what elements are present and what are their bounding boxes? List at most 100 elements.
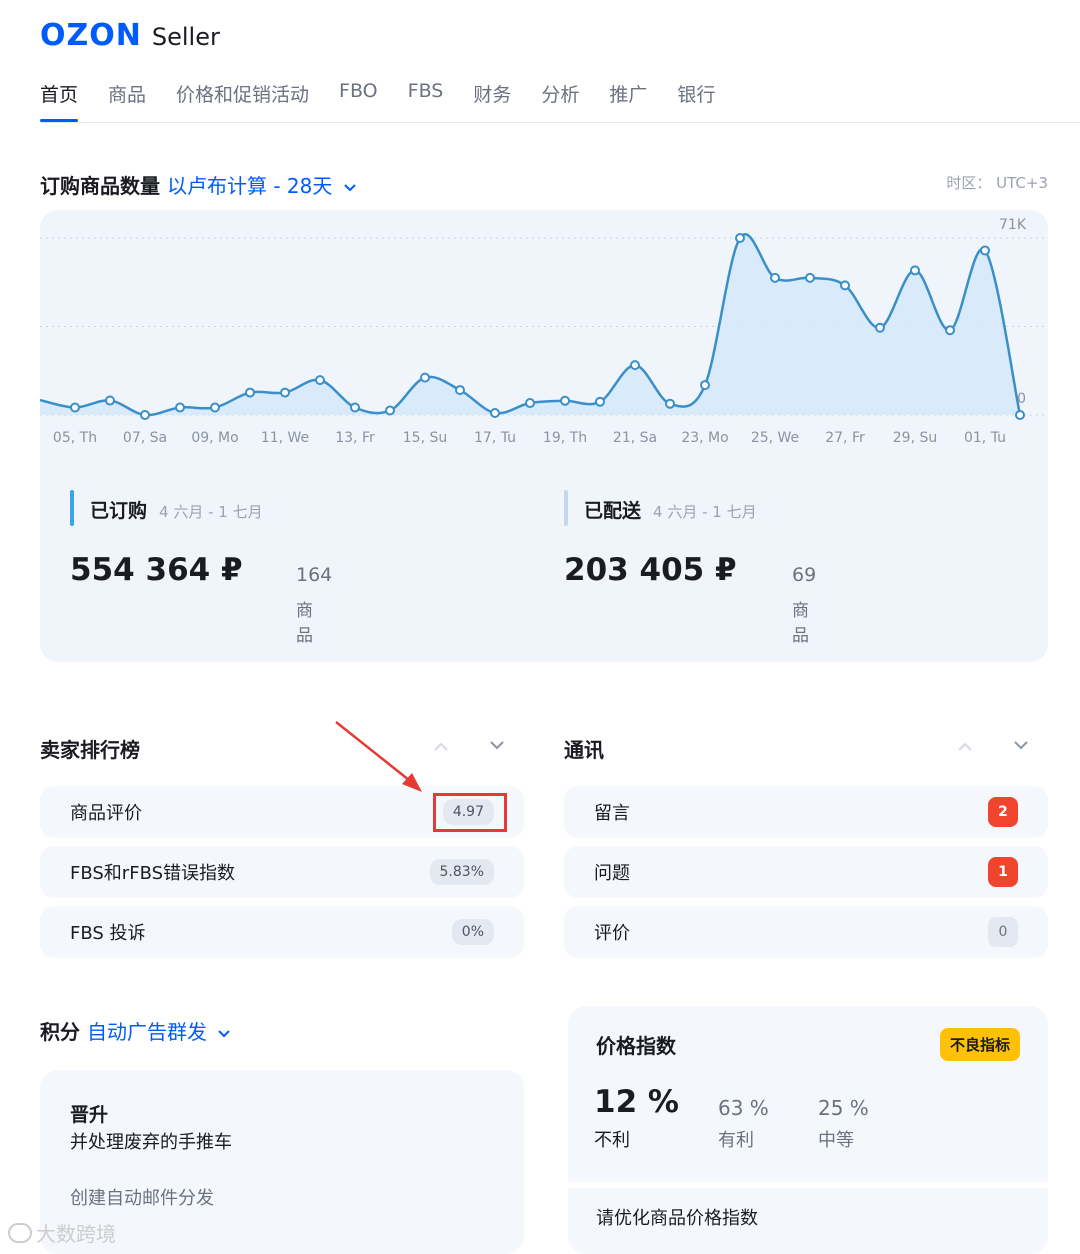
x-tick-label: 29, Su [893, 430, 937, 446]
ordered-count: 164 [296, 564, 333, 586]
price-card-divider [568, 1182, 1048, 1188]
period-selector[interactable]: 以卢布计算 - 28天 [167, 174, 357, 198]
nav-item-promotion[interactable]: 推广 [609, 80, 647, 122]
comms-row-reviews[interactable]: 评价 0 [564, 906, 1048, 958]
chevron-up-icon[interactable] [956, 740, 974, 752]
data-point [770, 272, 780, 283]
ranking-title: 卖家排行榜 [40, 738, 140, 762]
chevron-up-icon[interactable] [432, 740, 450, 752]
x-tick-label: 19, Th [543, 430, 587, 446]
delivered-unit: 商品 [792, 601, 809, 646]
data-point [140, 410, 150, 420]
nav-item-bank[interactable]: 银行 [677, 80, 715, 122]
ozon-logo[interactable]: OZON Seller [40, 18, 220, 53]
data-point [245, 387, 255, 398]
nav-item-home[interactable]: 首页 [40, 80, 79, 122]
points-selector[interactable]: 自动广告群发 [87, 1020, 231, 1044]
metric-value: 12 % [594, 1084, 679, 1120]
optimize-price-link[interactable]: 请优化商品价格指数 [596, 1204, 758, 1230]
chevron-down-icon [344, 184, 356, 192]
ordered-amount: 554 364 ₽ [70, 552, 243, 588]
ranking-row-error-index[interactable]: FBS和rFBS错误指数 5.83% [40, 846, 524, 898]
price-index-title: 价格指数 [596, 1034, 676, 1058]
create-mailing-link[interactable]: 创建自动邮件分发 [70, 1184, 214, 1210]
chevron-down-icon [218, 1030, 231, 1038]
ordered-title: 已订购 [90, 500, 148, 522]
ordered-title-row: 已订购 4 六月 - 1 七月 [90, 496, 263, 523]
points-link-text: 自动广告群发 [86, 1020, 207, 1044]
points-title-row: 积分 自动广告群发 [40, 1016, 231, 1045]
ranking-row-label: FBS和rFBS错误指数 [70, 863, 236, 884]
ordered-indicator-bar [70, 490, 74, 526]
x-tick-label: 07, Sa [123, 430, 167, 446]
watermark-logo-icon [8, 1222, 32, 1243]
data-point [455, 385, 465, 396]
orders-chart: 05, Th 07, Sa 09, Mo 11, We 13, Fr 15, Su 17, … [40, 217, 1048, 446]
delivered-range: 4 六月 - 1 七月 [653, 503, 757, 521]
x-tick-label: 23, Mo [681, 430, 728, 446]
nav-item-prices[interactable]: 价格和促销活动 [176, 80, 309, 122]
delivered-count: 69 [792, 564, 817, 586]
points-title: 积分 [40, 1020, 80, 1044]
logo-ozon-text: OZON [40, 18, 142, 53]
x-tick-label: 17, Tu [474, 430, 516, 446]
ranking-row-complaints[interactable]: FBS 投诉 0% [40, 906, 524, 958]
data-point [210, 402, 220, 413]
comms-row-questions[interactable]: 问题 1 [564, 846, 1048, 898]
x-tick-label: 13, Fr [335, 430, 375, 446]
data-point [595, 396, 605, 407]
orders-title: 订购商品数量 [40, 174, 160, 198]
ranking-row-label: 商品评价 [70, 803, 142, 824]
data-point [980, 245, 990, 256]
orders-title-row: 订购商品数量 以卢布计算 - 28天 [40, 170, 357, 199]
comms-row-label: 留言 [594, 803, 630, 824]
y-tick-label: 71K [999, 217, 1027, 233]
ordered-range: 4 六月 - 1 七月 [159, 503, 263, 521]
metric-value: 63 % [718, 1096, 769, 1120]
data-point [735, 233, 745, 243]
data-point [910, 265, 920, 276]
watermark-text: 大数跨境 [36, 1222, 116, 1246]
nav-item-fbs[interactable]: FBS [408, 80, 444, 122]
x-tick-label: 15, Su [403, 430, 447, 446]
orders-card: 05, Th 07, Sa 09, Mo 11, We 13, Fr 15, Su 17, … [40, 210, 1048, 662]
x-tick-label: 25, We [751, 430, 799, 446]
error-index-pill: 5.83% [429, 859, 494, 885]
comms-row-messages[interactable]: 留言 2 [564, 786, 1048, 838]
x-tick-label: 21, Sa [613, 430, 657, 446]
nav-divider [40, 122, 1080, 123]
metric-label: 中等 [818, 1130, 854, 1151]
delivered-amount: 203 405 ₽ [564, 552, 737, 588]
logo-seller-text: Seller [151, 23, 220, 51]
data-point [490, 408, 500, 419]
y-tick-label: 0 [1017, 391, 1026, 407]
data-point [700, 380, 710, 391]
main-nav: 首页 商品 价格和促销活动 FBO FBS 财务 分析 推广 银行 [40, 80, 745, 122]
complaints-pill: 0% [451, 919, 494, 945]
x-tick-label: 05, Th [53, 430, 97, 446]
data-point [105, 395, 115, 406]
data-point [560, 395, 570, 406]
delivered-title-row: 已配送 4 六月 - 1 七月 [584, 496, 757, 523]
promo-text: 并处理废弃的手推车 [70, 1132, 232, 1153]
x-tick-label: 27, Fr [825, 430, 865, 446]
comms-row-label: 问题 [594, 863, 630, 884]
data-point [350, 402, 360, 413]
nav-item-finance[interactable]: 财务 [473, 80, 511, 122]
data-point [945, 325, 955, 336]
data-point [525, 398, 535, 409]
chevron-down-icon[interactable] [488, 740, 506, 752]
x-tick-label: 11, We [261, 430, 309, 446]
nav-item-products[interactable]: 商品 [108, 80, 146, 122]
chevron-down-icon[interactable] [1012, 740, 1030, 752]
watermark: 大数跨境 [8, 1218, 116, 1247]
metric-label: 不利 [594, 1130, 630, 1151]
period-link-text: 以卢布计算 - 28天 [166, 174, 333, 198]
nav-item-fbo[interactable]: FBO [339, 80, 378, 122]
data-point [665, 398, 675, 409]
nav-item-analytics[interactable]: 分析 [541, 80, 579, 122]
data-point [315, 375, 325, 386]
data-point [175, 402, 185, 413]
ranking-row-label: FBS 投诉 [70, 923, 146, 944]
metric-unfavorable: 12 % 不利 [594, 1084, 679, 1152]
